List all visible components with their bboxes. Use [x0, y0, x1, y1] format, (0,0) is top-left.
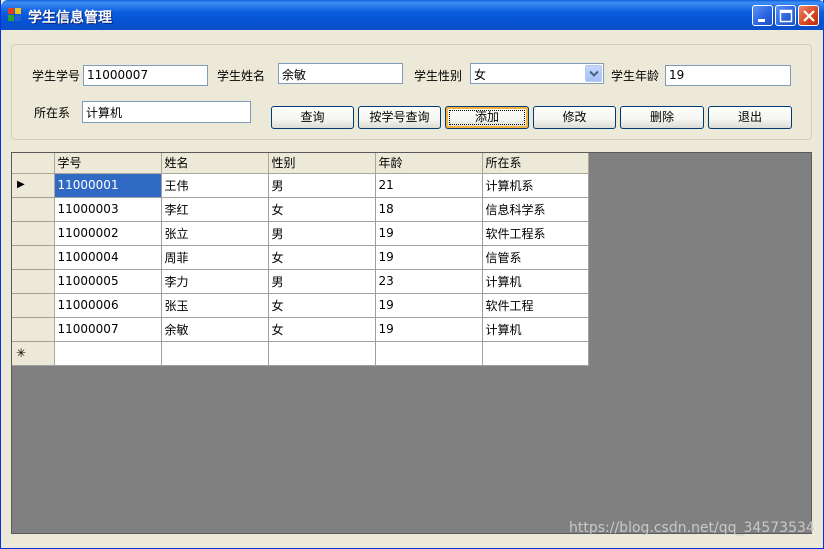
- cell-gender[interactable]: 女: [268, 317, 376, 342]
- focus-rectangle: [449, 110, 525, 125]
- column-header-age[interactable]: 年龄: [375, 153, 483, 174]
- cell-id[interactable]: 11000003: [54, 197, 162, 222]
- gender-dropdown-button[interactable]: [585, 65, 602, 82]
- row-header[interactable]: [12, 221, 55, 246]
- row-header[interactable]: ▶: [12, 173, 55, 198]
- cell-age[interactable]: 19: [375, 245, 483, 270]
- table-row[interactable]: 11000003 李红 女 18 信息科学系: [12, 197, 589, 222]
- cell-id[interactable]: 11000002: [54, 221, 162, 246]
- cell-id[interactable]: 11000001: [54, 173, 162, 198]
- title-bar[interactable]: 学生信息管理: [1, 0, 824, 30]
- table-row[interactable]: 11000005 李力 男 23 计算机: [12, 269, 589, 294]
- cell-department[interactable]: 信管系: [482, 245, 589, 270]
- exit-button[interactable]: 退出: [708, 106, 792, 129]
- cell-gender[interactable]: 女: [268, 197, 376, 222]
- cell-name[interactable]: 余敏: [161, 317, 269, 342]
- student-id-input[interactable]: 11000007: [83, 65, 208, 86]
- new-cell-gender[interactable]: [268, 341, 376, 366]
- cell-gender[interactable]: 女: [268, 293, 376, 318]
- cell-age[interactable]: 19: [375, 317, 483, 342]
- add-button[interactable]: 添加: [445, 106, 529, 129]
- new-cell-id[interactable]: [54, 341, 162, 366]
- modify-button[interactable]: 修改: [533, 106, 616, 129]
- student-id-label: 学生学号: [32, 69, 81, 83]
- maximize-icon: [779, 9, 793, 23]
- cell-name[interactable]: 李力: [161, 269, 269, 294]
- close-button[interactable]: [798, 5, 819, 26]
- cell-department[interactable]: 计算机: [482, 317, 589, 342]
- column-header-id[interactable]: 学号: [54, 153, 162, 174]
- row-header[interactable]: [12, 293, 55, 318]
- cell-age[interactable]: 18: [375, 197, 483, 222]
- cell-name[interactable]: 王伟: [161, 173, 269, 198]
- table-row[interactable]: 11000006 张玉 女 19 软件工程: [12, 293, 589, 318]
- cell-gender[interactable]: 男: [268, 221, 376, 246]
- query-by-id-button[interactable]: 按学号查询: [358, 106, 441, 129]
- row-header[interactable]: [12, 269, 55, 294]
- delete-button[interactable]: 删除: [620, 106, 704, 129]
- cell-age[interactable]: 23: [375, 269, 483, 294]
- cell-name[interactable]: 李红: [161, 197, 269, 222]
- cell-gender[interactable]: 男: [268, 269, 376, 294]
- student-datagrid[interactable]: 学号 姓名 性别 年龄 所在系 ▶ 11000001 王伟 男 21 计算机系: [11, 152, 812, 534]
- new-cell-department[interactable]: [482, 341, 589, 366]
- maximize-button[interactable]: [775, 5, 796, 26]
- main-window: 学生信息管理 学生学号 11000007 学生姓名 余敏 学生性别 女 学生年龄…: [0, 0, 824, 549]
- row-header[interactable]: ✳: [12, 341, 55, 366]
- new-cell-age[interactable]: [375, 341, 483, 366]
- cell-id[interactable]: 11000004: [54, 245, 162, 270]
- new-cell-name[interactable]: [161, 341, 269, 366]
- minimize-icon: [758, 19, 765, 22]
- cell-id[interactable]: 11000005: [54, 269, 162, 294]
- table-row[interactable]: 11000007 余敏 女 19 计算机: [12, 317, 589, 342]
- cell-name[interactable]: 张玉: [161, 293, 269, 318]
- cell-age[interactable]: 19: [375, 221, 483, 246]
- table-row[interactable]: 11000002 张立 男 19 软件工程系: [12, 221, 589, 246]
- cell-name[interactable]: 张立: [161, 221, 269, 246]
- watermark-text: https://blog.csdn.net/qq_34573534: [569, 520, 815, 536]
- column-header-name[interactable]: 姓名: [161, 153, 269, 174]
- student-table: 学号 姓名 性别 年龄 所在系 ▶ 11000001 王伟 男 21 计算机系: [12, 153, 589, 366]
- corner-header[interactable]: [12, 153, 55, 174]
- header-row: 学号 姓名 性别 年龄 所在系: [12, 153, 589, 174]
- cell-gender[interactable]: 男: [268, 173, 376, 198]
- column-header-gender[interactable]: 性别: [268, 153, 376, 174]
- table-row[interactable]: 11000004 周菲 女 19 信管系: [12, 245, 589, 270]
- cell-id[interactable]: 11000006: [54, 293, 162, 318]
- chevron-down-icon: [589, 70, 599, 77]
- cell-department[interactable]: 软件工程系: [482, 221, 589, 246]
- cell-department[interactable]: 软件工程: [482, 293, 589, 318]
- cell-department[interactable]: 信息科学系: [482, 197, 589, 222]
- app-grid-icon: [8, 8, 22, 22]
- student-gender-label: 学生性别: [414, 69, 463, 83]
- gender-select[interactable]: 女: [470, 63, 604, 84]
- current-row-arrow-icon: ▶: [17, 178, 25, 190]
- new-row-asterisk-icon: ✳: [16, 345, 27, 360]
- new-row[interactable]: ✳: [12, 341, 589, 366]
- student-age-label: 学生年龄: [611, 69, 660, 83]
- window-title: 学生信息管理: [28, 10, 112, 26]
- student-name-label: 学生姓名: [217, 69, 266, 83]
- department-input[interactable]: 计算机: [82, 101, 251, 123]
- student-name-input[interactable]: 余敏: [278, 63, 403, 84]
- department-label: 所在系: [34, 106, 71, 120]
- cell-name[interactable]: 周菲: [161, 245, 269, 270]
- row-header[interactable]: [12, 197, 55, 222]
- column-header-department[interactable]: 所在系: [482, 153, 589, 174]
- student-age-input[interactable]: 19: [665, 65, 791, 86]
- cell-department[interactable]: 计算机系: [482, 173, 589, 198]
- cell-gender[interactable]: 女: [268, 245, 376, 270]
- query-button[interactable]: 查询: [271, 106, 354, 129]
- cell-age[interactable]: 21: [375, 173, 483, 198]
- close-icon: [803, 10, 815, 22]
- minimize-button[interactable]: [752, 5, 773, 26]
- cell-department[interactable]: 计算机: [482, 269, 589, 294]
- cell-id[interactable]: 11000007: [54, 317, 162, 342]
- row-header[interactable]: [12, 245, 55, 270]
- gender-select-value: 女: [474, 68, 487, 82]
- table-row[interactable]: ▶ 11000001 王伟 男 21 计算机系: [12, 173, 589, 198]
- row-header[interactable]: [12, 317, 55, 342]
- cell-age[interactable]: 19: [375, 293, 483, 318]
